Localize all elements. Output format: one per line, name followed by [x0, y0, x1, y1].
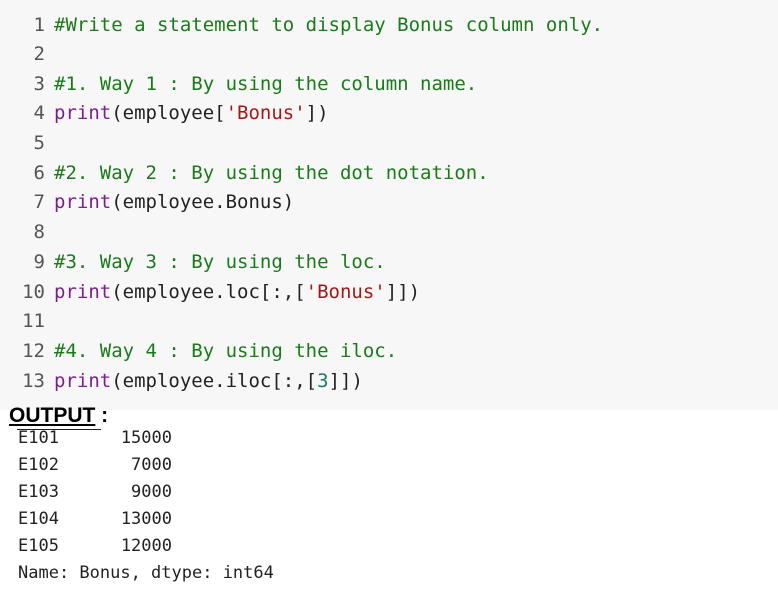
code-token: print: [54, 370, 112, 392]
output-row: E105 12000: [18, 534, 172, 558]
output-value: 13000: [120, 509, 172, 529]
output-value: 12000: [120, 536, 172, 556]
code-line: 3 #1. Way 1 : By using the column name.: [0, 71, 478, 97]
output-value: 15000: [120, 428, 172, 448]
output-row: E102 7000: [18, 453, 172, 477]
output-row: E104 13000: [18, 507, 172, 531]
code-cell[interactable]: 1 #Write a statement to display Bonus col…: [0, 0, 778, 410]
code-token: ]]): [385, 281, 421, 303]
code-line: 1 #Write a statement to display Bonus col…: [0, 12, 604, 38]
code-token: print: [54, 191, 112, 213]
line-number: 11: [22, 310, 45, 332]
line-number: 6: [33, 162, 45, 184]
output-heading-label: OUTPUT: [9, 404, 96, 427]
code-line: 13 print(employee.iloc[:,[3]]): [0, 368, 363, 394]
code-line: 11: [0, 308, 54, 334]
code-token: (employee[: [111, 102, 226, 124]
line-number: 10: [22, 281, 45, 303]
line-number: 5: [33, 132, 45, 154]
code-line: 10 print(employee.loc[:,['Bonus']]): [0, 279, 420, 305]
output-index: E102: [18, 455, 59, 475]
code-token: (employee.Bonus): [111, 191, 295, 213]
code-line: 8: [0, 219, 54, 245]
code-token: 'Bonus': [305, 281, 386, 303]
code-line: 2: [0, 41, 54, 67]
line-number: 9: [33, 251, 45, 273]
output-value: 7000: [131, 455, 172, 475]
code-token: ]]): [328, 370, 363, 392]
code-token: 3: [317, 370, 329, 392]
code-line: 7 print(employee.Bonus): [0, 189, 295, 215]
code-token: (employee.loc[:,[: [111, 281, 306, 303]
code-line: 5: [0, 130, 54, 156]
code-line: 4 print(employee['Bonus']): [0, 100, 329, 126]
code-token: (employee.iloc[:,[: [111, 370, 318, 392]
code-token: print: [54, 281, 112, 303]
output-row: E101 15000: [18, 426, 172, 450]
output-index: E105: [18, 536, 59, 556]
line-number: 7: [33, 191, 45, 213]
line-number: 2: [33, 43, 45, 65]
output-index: E101: [18, 428, 59, 448]
line-number: 4: [33, 102, 45, 124]
line-number: 8: [33, 221, 45, 243]
code-line: 6 #2. Way 2 : By using the dot notation.: [0, 160, 489, 186]
output-index: E103: [18, 482, 59, 502]
code-line: 12 #4. Way 4 : By using the iloc.: [0, 338, 397, 364]
output-value: 9000: [131, 482, 172, 502]
code-line: 9 #3. Way 3 : By using the loc.: [0, 249, 386, 275]
code-token: ]): [305, 102, 329, 124]
line-number: 3: [33, 73, 45, 95]
line-number: 13: [22, 370, 45, 392]
code-token: #1. Way 1 : By using the column name.: [54, 73, 478, 95]
output-row: E103 9000: [18, 480, 172, 504]
output-index: E104: [18, 509, 59, 529]
code-token: #4. Way 4 : By using the iloc.: [54, 340, 398, 362]
code-token: #Write a statement to display Bonus colu…: [54, 14, 604, 36]
output-heading-colon: :: [95, 404, 109, 427]
code-token: #2. Way 2 : By using the dot notation.: [54, 162, 489, 184]
code-token: 'Bonus': [225, 102, 306, 124]
code-token: print: [54, 102, 112, 124]
line-number: 1: [33, 14, 45, 36]
code-token: #3. Way 3 : By using the loc.: [54, 251, 386, 273]
line-number: 12: [22, 340, 45, 362]
output-footer: Name: Bonus, dtype: int64: [18, 563, 274, 583]
